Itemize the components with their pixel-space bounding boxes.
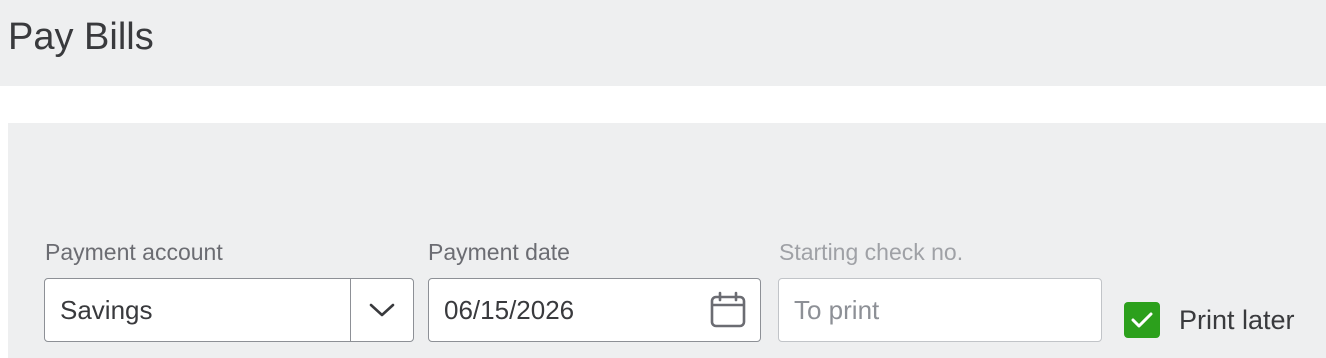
payment-account-value: Savings: [60, 295, 153, 325]
payment-account-dropdown-button[interactable]: [351, 279, 413, 341]
starting-check-no-input[interactable]: To print: [778, 278, 1102, 342]
payment-date-label: Payment date: [428, 239, 570, 265]
starting-check-no-label: Starting check no.: [779, 239, 964, 265]
print-later-checkbox[interactable]: [1124, 302, 1160, 338]
starting-check-no-placeholder: To print: [794, 295, 880, 325]
payment-date-input[interactable]: 06/15/2026: [428, 278, 761, 342]
print-later-label: Print later: [1179, 304, 1295, 335]
page-title: Pay Bills: [8, 16, 154, 58]
checkmark-icon: [1131, 312, 1153, 328]
page-header: Pay Bills: [0, 0, 1326, 86]
calendar-icon: [710, 291, 746, 328]
payment-date-value: 06/15/2026: [444, 295, 575, 325]
payment-date-calendar-button[interactable]: [706, 279, 750, 341]
print-later-checkbox-row[interactable]: Print later: [1124, 300, 1295, 340]
chevron-down-icon: [369, 303, 395, 317]
payment-account-label: Payment account: [45, 239, 223, 265]
payment-account-dropdown[interactable]: Savings: [44, 278, 414, 342]
